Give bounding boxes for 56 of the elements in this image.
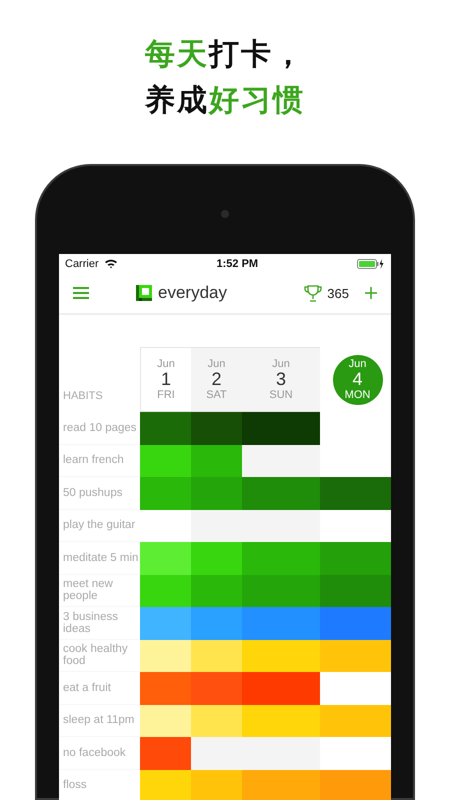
completed-cell[interactable] [140,640,191,672]
completed-cell[interactable] [191,770,242,800]
completed-cell[interactable] [320,477,391,510]
completed-cell[interactable] [140,574,191,607]
completed-cell[interactable] [320,640,391,672]
completed-cell[interactable] [320,770,391,800]
completed-cell[interactable] [191,412,242,444]
headline-text: 好习惯 [209,82,305,120]
completed-cell[interactable] [191,672,242,704]
completed-cell[interactable] [320,574,391,607]
completed-cell[interactable] [140,704,191,737]
completed-cell[interactable] [140,412,191,444]
completed-cell[interactable] [242,640,320,672]
completed-cell[interactable] [140,542,191,574]
completed-cell[interactable] [242,607,320,640]
completed-cell[interactable] [320,542,391,574]
completed-cell[interactable] [242,672,320,704]
completed-cell[interactable] [242,574,320,607]
completed-cell[interactable] [191,574,242,607]
completed-cell[interactable] [320,607,391,640]
completed-cell[interactable] [191,444,242,477]
completed-cell[interactable] [140,477,191,510]
trophy-count: 365 [327,286,349,300]
logo-icon [136,285,152,301]
headline-text: 每天 [145,36,209,74]
completed-cell[interactable] [140,737,191,770]
completed-cell[interactable] [191,640,242,672]
completed-cell[interactable] [320,704,391,737]
trophy-icon[interactable] [303,284,324,302]
completed-cell[interactable] [242,412,320,444]
completed-cell[interactable] [140,672,191,704]
completed-cell[interactable] [191,704,242,737]
completed-cell[interactable] [191,477,242,510]
menu-icon[interactable] [73,286,89,300]
carrier-text: Carrier [65,258,99,270]
headline-text: 养成 [145,82,209,120]
add-button[interactable] [365,287,377,299]
completed-cell[interactable] [140,770,191,800]
date-header[interactable]: Jun 4 MON [332,354,382,404]
wifi-icon [104,258,118,269]
column-heading: HABITS [63,390,103,402]
date-header[interactable]: Jun 2 SAT [206,358,227,401]
completed-cell[interactable] [140,444,191,477]
completed-cell[interactable] [140,607,191,640]
battery-icon [356,258,385,268]
completed-cell[interactable] [242,477,320,510]
date-header[interactable]: Jun 3 SUN [269,358,293,401]
camera-icon [221,210,229,218]
app-name: everyday [158,283,227,303]
headline-text: 打卡， [209,36,305,74]
completed-cell[interactable] [242,770,320,800]
clock-time: 1:52 PM [216,258,258,270]
completed-cell[interactable] [242,542,320,574]
completed-cell[interactable] [191,542,242,574]
completed-cell[interactable] [242,704,320,737]
completed-cell[interactable] [191,607,242,640]
